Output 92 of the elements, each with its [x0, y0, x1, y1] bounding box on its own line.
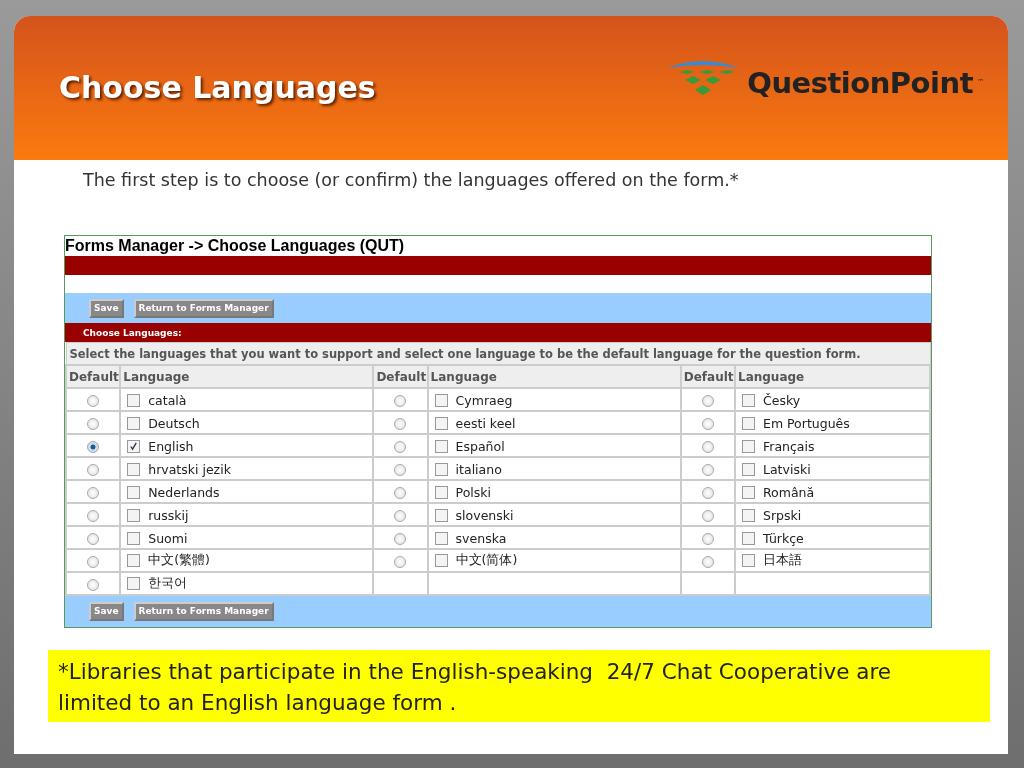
- language-name: russkij: [148, 507, 189, 523]
- footnote-text: *Libraries that participate in the English-speaking 24/7 Chat Cooperative are limited to an English language form .: [58, 658, 893, 717]
- language-checkbox[interactable]: [742, 485, 755, 499]
- intro-text: The first step is to choose (or confirm) the languages offered on the form.*: [83, 170, 740, 190]
- instruction-text: Select the languages that you want to support and select one language to be the default language for the question form.: [66, 342, 930, 365]
- language-checkbox[interactable]: [434, 393, 448, 407]
- language-checkbox[interactable]: [127, 554, 141, 567]
- default-radio[interactable]: [87, 555, 100, 568]
- language-checkbox[interactable]: [434, 416, 448, 430]
- default-radio[interactable]: [87, 509, 100, 522]
- language-name: Nederlands: [148, 484, 220, 500]
- save-button[interactable]: Save: [89, 298, 124, 318]
- language-checkbox[interactable]: [127, 416, 141, 430]
- default-radio[interactable]: [394, 394, 407, 407]
- language-checkbox[interactable]: [742, 416, 755, 430]
- language-checkbox[interactable]: [127, 531, 141, 545]
- default-radio[interactable]: [394, 463, 407, 476]
- default-radio[interactable]: [701, 532, 714, 545]
- default-radio[interactable]: [87, 532, 100, 545]
- logo-text: QuestionPoint: [747, 66, 973, 100]
- default-radio[interactable]: [701, 463, 714, 476]
- language-name: 中文(繁體): [148, 552, 210, 567]
- slide-title: Choose Languages: [59, 69, 376, 105]
- return-button[interactable]: Return to Forms Manager: [133, 602, 274, 621]
- language-name: Español: [455, 438, 505, 454]
- default-radio[interactable]: [394, 532, 407, 545]
- default-radio[interactable]: [394, 509, 407, 522]
- language-checkbox[interactable]: [742, 554, 755, 567]
- language-name: Türkçe: [763, 530, 804, 546]
- default-radio[interactable]: [701, 440, 714, 453]
- language-checkbox[interactable]: [127, 393, 141, 407]
- language-checkbox[interactable]: [127, 485, 141, 499]
- app-title: Forms Manager -> Choose Languages (QUT): [65, 236, 406, 256]
- language-name: 中文(简体): [455, 552, 518, 567]
- default-radio[interactable]: [701, 417, 714, 430]
- language-name: Română: [763, 484, 815, 500]
- language-name: Deutsch: [148, 415, 200, 431]
- section-label: Choose Languages:: [83, 327, 182, 338]
- language-name: Srpski: [763, 507, 802, 523]
- language-name: eesti keel: [455, 415, 516, 431]
- column-header: Default: [373, 365, 428, 388]
- language-name: Cymraeg: [455, 392, 513, 408]
- column-header: Default: [680, 365, 735, 388]
- default-radio[interactable]: [394, 417, 407, 430]
- language-checkbox[interactable]: [434, 508, 448, 522]
- default-radio[interactable]: [701, 509, 714, 522]
- default-radio[interactable]: [394, 440, 407, 453]
- language-name: italiano: [455, 461, 502, 477]
- language-name: Français: [763, 438, 815, 454]
- default-radio[interactable]: [87, 417, 100, 430]
- language-name: svenska: [455, 530, 507, 546]
- default-radio[interactable]: [394, 486, 407, 499]
- language-name: Em Português: [763, 415, 850, 431]
- language-checkbox[interactable]: [742, 462, 755, 476]
- language-checkbox[interactable]: [742, 439, 755, 453]
- language-checkbox[interactable]: [742, 531, 755, 545]
- language-checkbox[interactable]: [434, 439, 448, 453]
- language-checkbox[interactable]: [434, 554, 448, 567]
- language-name: Česky: [763, 392, 801, 408]
- language-name: slovenski: [455, 507, 514, 523]
- language-checkbox[interactable]: [434, 531, 448, 545]
- language-checkbox[interactable]: [434, 462, 448, 476]
- return-button[interactable]: Return to Forms Manager: [133, 298, 274, 318]
- language-name: Latviski: [763, 461, 811, 477]
- language-checkbox[interactable]: [742, 508, 755, 522]
- default-radio[interactable]: [394, 555, 407, 568]
- language-checkbox[interactable]: [127, 439, 141, 453]
- column-header: Language: [735, 365, 930, 388]
- default-radio[interactable]: [87, 440, 100, 453]
- language-name: English: [148, 438, 194, 454]
- language-name: Suomi: [148, 530, 188, 546]
- language-name: hrvatski jezik: [148, 461, 231, 477]
- language-name: 日本語: [763, 552, 802, 567]
- default-radio[interactable]: [87, 394, 100, 407]
- default-radio[interactable]: [701, 486, 714, 499]
- language-checkbox[interactable]: [434, 485, 448, 499]
- language-checkbox[interactable]: [742, 393, 755, 407]
- default-radio[interactable]: [701, 394, 714, 407]
- default-radio[interactable]: [87, 486, 100, 499]
- language-checkbox[interactable]: [127, 577, 141, 590]
- default-radio[interactable]: [87, 463, 100, 476]
- save-button[interactable]: Save: [89, 602, 124, 621]
- default-radio[interactable]: [701, 555, 714, 568]
- language-name: 한국어: [148, 575, 188, 590]
- column-header: Language: [120, 365, 374, 388]
- column-header: Default: [66, 365, 121, 388]
- language-checkbox[interactable]: [127, 462, 141, 476]
- default-radio[interactable]: [87, 578, 100, 591]
- language-name: Polski: [455, 484, 492, 500]
- language-name: català: [148, 392, 187, 408]
- language-checkbox[interactable]: [127, 508, 141, 522]
- column-header: Language: [427, 365, 681, 388]
